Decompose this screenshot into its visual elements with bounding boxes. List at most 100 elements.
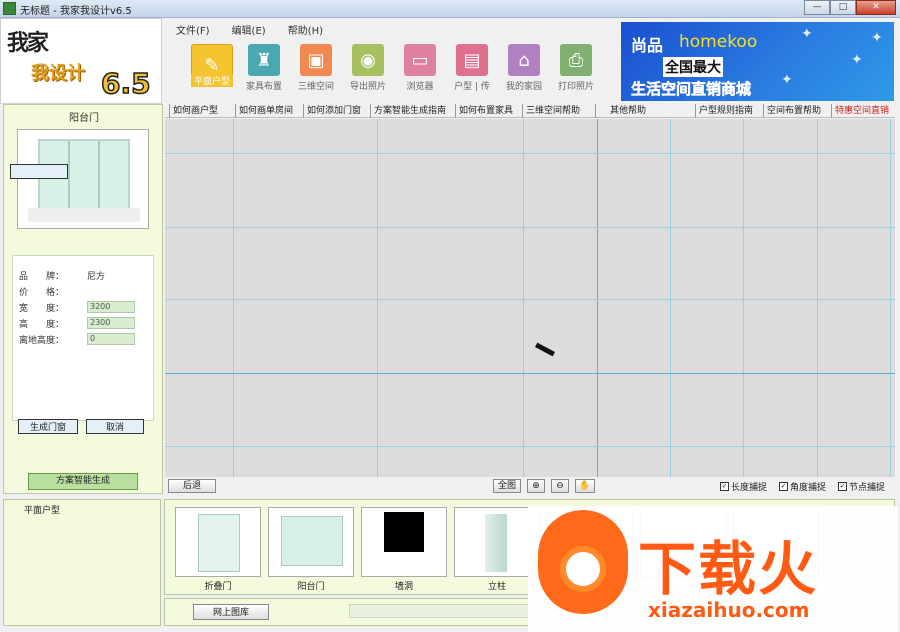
snap-length-check[interactable]: ✓ 长度捕捉 xyxy=(720,480,767,493)
menu-bar: 文件(F) 编辑(E) 帮助(H) xyxy=(176,22,323,37)
tab-help-0[interactable]: 如何画户型 xyxy=(169,104,218,118)
close-button[interactable]: ✕ xyxy=(856,0,896,15)
menu-help[interactable]: 帮助(H) xyxy=(288,22,323,37)
cancel-button[interactable]: 取消 xyxy=(86,419,144,434)
save-icon: ▤ xyxy=(456,44,488,76)
zoom-out-icon[interactable]: ⊖ xyxy=(551,479,569,493)
prop-height: 高 度： 2300 xyxy=(19,316,135,330)
prop-elevation: 离地高度： 0 xyxy=(19,332,135,346)
prop-key: 高 度： xyxy=(19,319,65,330)
logo-version: 6.5 xyxy=(100,66,151,101)
gallery-item-folding-door[interactable] xyxy=(175,507,261,577)
grid-line xyxy=(377,119,378,477)
cursor-icon xyxy=(534,342,556,357)
tool-floor-plan[interactable]: ✎ 平面户型 xyxy=(186,44,238,96)
gallery-label: 阳台门 xyxy=(297,582,325,592)
checkbox-icon[interactable]: ✓ xyxy=(779,482,788,491)
tool-print[interactable]: ⎙ 打印照片 xyxy=(550,44,602,96)
watermark-url: xiazaihuo.com xyxy=(648,598,810,622)
browser-icon: ▭ xyxy=(404,44,436,76)
prop-brand: 品 牌： 尼方 xyxy=(19,268,105,282)
grid-line xyxy=(523,119,524,477)
grid-line xyxy=(165,299,895,300)
balcony-door-icon xyxy=(281,516,343,566)
tab-help-2[interactable]: 如何添加门窗 xyxy=(303,104,361,118)
tool-furniture[interactable]: ♜ 家具布置 xyxy=(238,44,290,96)
zoom-in-icon[interactable]: ⊕ xyxy=(527,479,545,493)
check-label: 节点捕捉 xyxy=(849,483,886,493)
gallery-item-wall-opening[interactable] xyxy=(361,507,447,577)
tab-help-3[interactable]: 方案智能生成指南 xyxy=(370,104,446,118)
chair-icon: ♜ xyxy=(248,44,280,76)
tab-help-1[interactable]: 如何画单房间 xyxy=(235,104,293,118)
category-floor-plan[interactable]: 平面户型 xyxy=(24,503,60,516)
minimize-button[interactable]: — xyxy=(804,0,830,15)
menu-edit[interactable]: 编辑(E) xyxy=(232,22,266,37)
tool-3d[interactable]: ▣ 三维空间 xyxy=(290,44,342,96)
tool-label: 三维空间 xyxy=(297,82,334,92)
property-panel: 阳台门 品 牌： 尼方 价 格： 宽 度： 3200 高 度： 2300 离地高… xyxy=(3,104,163,494)
prop-value: 尼方 xyxy=(87,271,106,282)
tab-help-6[interactable]: 其他帮助 xyxy=(595,104,657,118)
grid-line xyxy=(233,119,234,477)
undo-button[interactable]: 后退 xyxy=(168,479,216,493)
item-preview xyxy=(17,129,149,229)
checkbox-icon[interactable]: ✓ xyxy=(838,482,847,491)
tab-help-7[interactable]: 户型规则指南 xyxy=(695,104,753,118)
item-title: 阳台门 xyxy=(69,113,99,124)
smart-generate-button[interactable]: 方案智能生成 xyxy=(28,473,138,490)
tool-my-home[interactable]: ⌂ 我的家园 xyxy=(498,44,550,96)
star-icon: ✦ xyxy=(801,26,813,42)
prop-width: 宽 度： 3200 xyxy=(19,300,135,314)
tab-help-4[interactable]: 如何布置家具 xyxy=(455,104,513,118)
menu-file[interactable]: 文件(F) xyxy=(176,22,210,37)
logo-text-2: 我设计 xyxy=(31,63,85,84)
gallery-item-balcony-door[interactable] xyxy=(268,507,354,577)
maximize-button[interactable]: □ xyxy=(830,0,856,15)
gallery-label: 墙洞 xyxy=(394,582,413,592)
banner-tagline: 全国最大 xyxy=(663,57,723,77)
width-input[interactable]: 3200 xyxy=(87,301,135,313)
full-view-button[interactable]: 全图 xyxy=(493,479,521,493)
design-canvas[interactable] xyxy=(165,119,895,477)
prop-key: 宽 度： xyxy=(19,303,65,314)
generate-door-button[interactable]: 生成门窗 xyxy=(18,419,78,434)
tool-browser[interactable]: ▭ 浏览器 xyxy=(394,44,446,96)
house-icon: ⌂ xyxy=(508,44,540,76)
height-input[interactable]: 2300 xyxy=(87,317,135,329)
wall-opening-icon xyxy=(384,512,424,552)
check-label: 长度捕捉 xyxy=(731,483,768,493)
pan-hand-icon[interactable]: ✋ xyxy=(575,479,595,493)
prop-price: 价 格： xyxy=(19,284,87,298)
title-bar: 无标题 - 我家我设计v6.5 — □ ✕ xyxy=(0,0,900,18)
watermark: 下载火 xiazaihuo.com xyxy=(528,506,898,632)
tab-help-5[interactable]: 三维空间帮助 xyxy=(522,104,580,118)
elevation-input[interactable]: 0 xyxy=(87,333,135,345)
canvas-toolbar: 后退 全图 ⊕ ⊖ ✋ ✓ 长度捕捉 ✓ 角度捕捉 ✓ 节点捕捉 xyxy=(165,478,895,495)
app-logo: 我家 我设计 6.5 xyxy=(0,18,162,104)
ad-banner[interactable]: ✦ ✦ ✦ ✦ 尚品 homekoo 全国最大 生活空间直销商城 xyxy=(621,22,894,101)
tool-label: 平面户型 xyxy=(190,74,233,87)
tool-export-photo[interactable]: ◉ 导出照片 xyxy=(342,44,394,96)
main-toolbar: ✎ 平面户型 ♜ 家具布置 ▣ 三维空间 ◉ 导出照片 ▭ 浏览器 ▤ 户型 |… xyxy=(186,44,602,96)
door-base xyxy=(28,208,140,222)
prop-key: 价 格： xyxy=(19,287,65,298)
tool-label: 家具布置 xyxy=(245,82,282,92)
tab-help-9[interactable]: 特惠空间直销 xyxy=(831,104,889,118)
tool-upload[interactable]: ▤ 户型 | 传 xyxy=(446,44,498,96)
online-library-button[interactable]: 网上图库 xyxy=(193,604,269,620)
tab-help-8[interactable]: 空间布置帮助 xyxy=(763,104,821,118)
tool-label: 导出照片 xyxy=(349,82,386,92)
pillar-icon xyxy=(485,514,507,572)
checkbox-icon[interactable]: ✓ xyxy=(720,482,729,491)
download-icon xyxy=(560,546,606,592)
snap-node-check[interactable]: ✓ 节点捕捉 xyxy=(838,480,885,493)
tool-label: 浏览器 xyxy=(406,82,434,92)
tool-label: 我的家园 xyxy=(505,82,542,92)
grid-line xyxy=(165,153,895,154)
snap-angle-check[interactable]: ✓ 角度捕捉 xyxy=(779,480,826,493)
check-label: 角度捕捉 xyxy=(790,483,827,493)
grid-line xyxy=(743,119,744,477)
watermark-text: 下载火 xyxy=(638,535,819,603)
help-tabs: 如何画户型 如何画单房间 如何添加门窗 方案智能生成指南 如何布置家具 三维空间… xyxy=(165,104,895,118)
